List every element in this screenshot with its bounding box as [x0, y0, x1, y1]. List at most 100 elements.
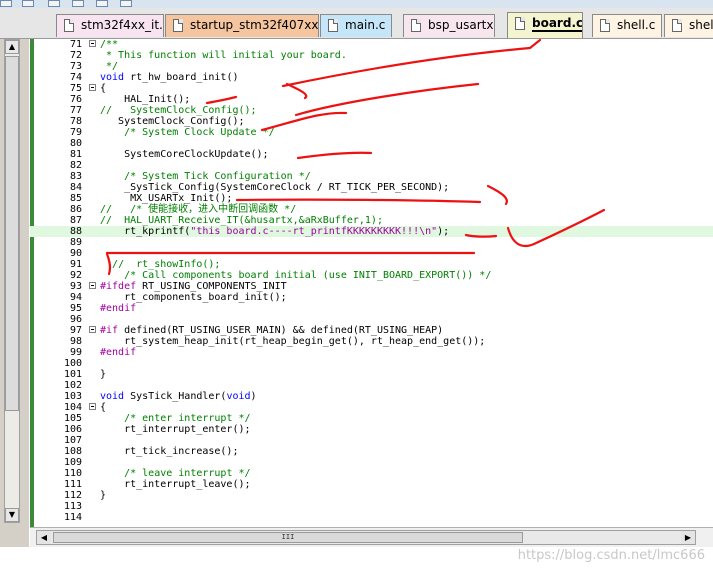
code-line[interactable]: 90 — [30, 248, 713, 259]
line-number: 78 — [69, 116, 82, 127]
vertical-scrollbar[interactable]: ▲ ▼ — [4, 39, 20, 523]
code-line[interactable]: 96 — [30, 314, 713, 325]
code-text: } — [100, 369, 107, 380]
tab-stm32f4xx-it[interactable]: stm32f4xx_it.c — [56, 14, 164, 37]
tab-bsp-usartx[interactable]: bsp_usartx.c — [403, 14, 495, 37]
code-line[interactable]: 98 rt_system_heap_init(rt_heap_begin_get… — [30, 336, 713, 347]
line-number: 97 — [69, 325, 82, 336]
code-text: /* enter interrupt */ — [124, 413, 251, 424]
toolbar-button-6[interactable] — [120, 0, 132, 7]
tab-main[interactable]: main.c — [320, 14, 392, 37]
toolbar-button-3[interactable] — [48, 0, 60, 7]
code-line[interactable]: 104 { — [30, 402, 713, 413]
tab-shell-2[interactable]: shell — [664, 14, 713, 37]
code-line[interactable]: 113 — [30, 501, 713, 512]
code-line[interactable]: 105 /* enter interrupt */ — [30, 413, 713, 424]
code-line[interactable]: 72 * This function will initial your boa… — [30, 50, 713, 61]
vertical-scroll-thumb[interactable] — [5, 56, 19, 411]
code-line[interactable]: 76 HAL_Init(); — [30, 94, 713, 105]
code-line[interactable]: 88 rt_kprintf("this board.c----rt_printf… — [30, 226, 713, 237]
toolbar-button-1[interactable] — [0, 0, 12, 7]
code-text: SystemClock_Config(); — [100, 116, 245, 127]
code-line[interactable]: 86 // /* 使能接收，进入中断回调函数 */ — [30, 204, 713, 215]
code-line[interactable]: 75 { — [30, 83, 713, 94]
code-text: { — [100, 83, 107, 94]
line-number: 111 — [63, 479, 82, 490]
code-line[interactable]: 91 // rt_showInfo(); — [30, 259, 713, 270]
code-line[interactable]: 112} — [30, 490, 713, 501]
scroll-right-icon[interactable]: ▶ — [681, 531, 695, 544]
horizontal-scrollbar[interactable]: ◀ III ▶ — [36, 530, 696, 545]
fold-toggle-icon[interactable] — [89, 282, 96, 289]
code-line[interactable]: 100 — [30, 358, 713, 369]
line-number: 79 — [69, 127, 82, 138]
code-line[interactable]: 95 #endif — [30, 303, 713, 314]
code-text: void rt_hw_board_init() — [100, 72, 239, 83]
line-number: 85 — [69, 193, 82, 204]
code-text: #if defined(RT_USING_USER_MAIN) && defin… — [100, 325, 444, 336]
code-text: rt_tick_increase(); — [100, 446, 239, 457]
line-number: 87 — [69, 215, 82, 226]
code-line[interactable]: 80 — [30, 138, 713, 149]
code-line[interactable]: 99 #endif — [30, 347, 713, 358]
tab-label: shell — [689, 18, 713, 32]
line-number: 89 — [69, 237, 82, 248]
code-line[interactable]: 101} — [30, 369, 713, 380]
scroll-left-icon[interactable]: ◀ — [37, 531, 51, 544]
code-line[interactable]: 82 — [30, 160, 713, 171]
code-line[interactable]: 94 rt_components_board_init(); — [30, 292, 713, 303]
code-line[interactable]: 102 — [30, 380, 713, 391]
line-number: 84 — [69, 182, 82, 193]
tab-startup[interactable]: startup_stm32f407xx.s — [165, 14, 319, 37]
line-number: 95 — [69, 303, 82, 314]
code-line[interactable]: 83 /* System Tick Configuration */ — [30, 171, 713, 182]
code-line[interactable]: 81 SystemCoreClockUpdate(); — [30, 149, 713, 160]
code-line[interactable]: 111 rt_interrupt_leave(); — [30, 479, 713, 490]
code-text: #endif — [100, 303, 137, 314]
line-number: 91 — [69, 259, 82, 270]
code-line[interactable]: 109 — [30, 457, 713, 468]
code-line[interactable]: 87 // HAL_UART_Receive_IT(&husartx,&aRxBu… — [30, 215, 713, 226]
code-line[interactable]: 79 /* System Clock Update */ — [30, 127, 713, 138]
horizontal-scroll-thumb[interactable]: III — [53, 532, 523, 543]
code-line[interactable]: 73 */ — [30, 61, 713, 72]
fold-toggle-icon[interactable] — [89, 84, 96, 91]
code-line[interactable]: 78 SystemClock_Config(); — [30, 116, 713, 127]
page-bottom: https://blog.csdn.net/lmc666 — [0, 547, 713, 569]
fold-toggle-icon[interactable] — [89, 40, 96, 47]
scroll-down-icon[interactable]: ▼ — [5, 508, 19, 522]
code-editor[interactable]: 71/** 72 * This function will initial you… — [30, 39, 713, 527]
line-number: 94 — [69, 292, 82, 303]
code-line[interactable]: 92 /* Call components board initial (use… — [30, 270, 713, 281]
code-line[interactable]: 106 rt_interrupt_enter(); — [30, 424, 713, 435]
code-line[interactable]: 74 void rt_hw_board_init() — [30, 72, 713, 83]
code-line[interactable]: 89 — [30, 237, 713, 248]
code-line[interactable]: 77 // SystemClock_Config(); — [30, 105, 713, 116]
code-line[interactable]: 97 #if defined(RT_USING_USER_MAIN) && def… — [30, 325, 713, 336]
code-line[interactable]: 71 /** — [30, 39, 713, 50]
code-line[interactable]: 84 _SysTick_Config(SystemCoreClock / RT_… — [30, 182, 713, 193]
code-text: // rt_showInfo(); — [112, 259, 221, 270]
toolbar-button-2[interactable] — [22, 0, 34, 7]
fold-toggle-icon[interactable] — [89, 326, 96, 333]
toolbar-button-5[interactable] — [96, 0, 108, 7]
fold-toggle-icon[interactable] — [89, 403, 96, 410]
tab-shell[interactable]: shell.c — [592, 14, 662, 37]
scroll-up-icon[interactable]: ▲ — [5, 40, 19, 54]
tab-board[interactable]: board.c — [507, 12, 583, 38]
code-line[interactable]: 114 — [30, 512, 713, 523]
line-number: 110 — [63, 468, 82, 479]
line-number: 112 — [63, 490, 82, 501]
code-text: #ifdef RT_USING_COMPONENTS_INIT — [100, 281, 287, 292]
code-line[interactable]: 110 /* leave interrupt */ — [30, 468, 713, 479]
toolbar — [0, 0, 713, 8]
tab-label: shell.c — [617, 18, 656, 32]
line-number: 80 — [69, 138, 82, 149]
code-line[interactable]: 108 rt_tick_increase(); — [30, 446, 713, 457]
toolbar-button-4[interactable] — [72, 0, 84, 7]
line-number: 75 — [69, 83, 82, 94]
code-line[interactable]: 107 — [30, 435, 713, 446]
code-line[interactable]: 103 void SysTick_Handler(void) — [30, 391, 713, 402]
code-line[interactable]: 93 #ifdef RT_USING_COMPONENTS_INIT — [30, 281, 713, 292]
code-line[interactable]: 85 MX_USARTx_Init(); — [30, 193, 713, 204]
